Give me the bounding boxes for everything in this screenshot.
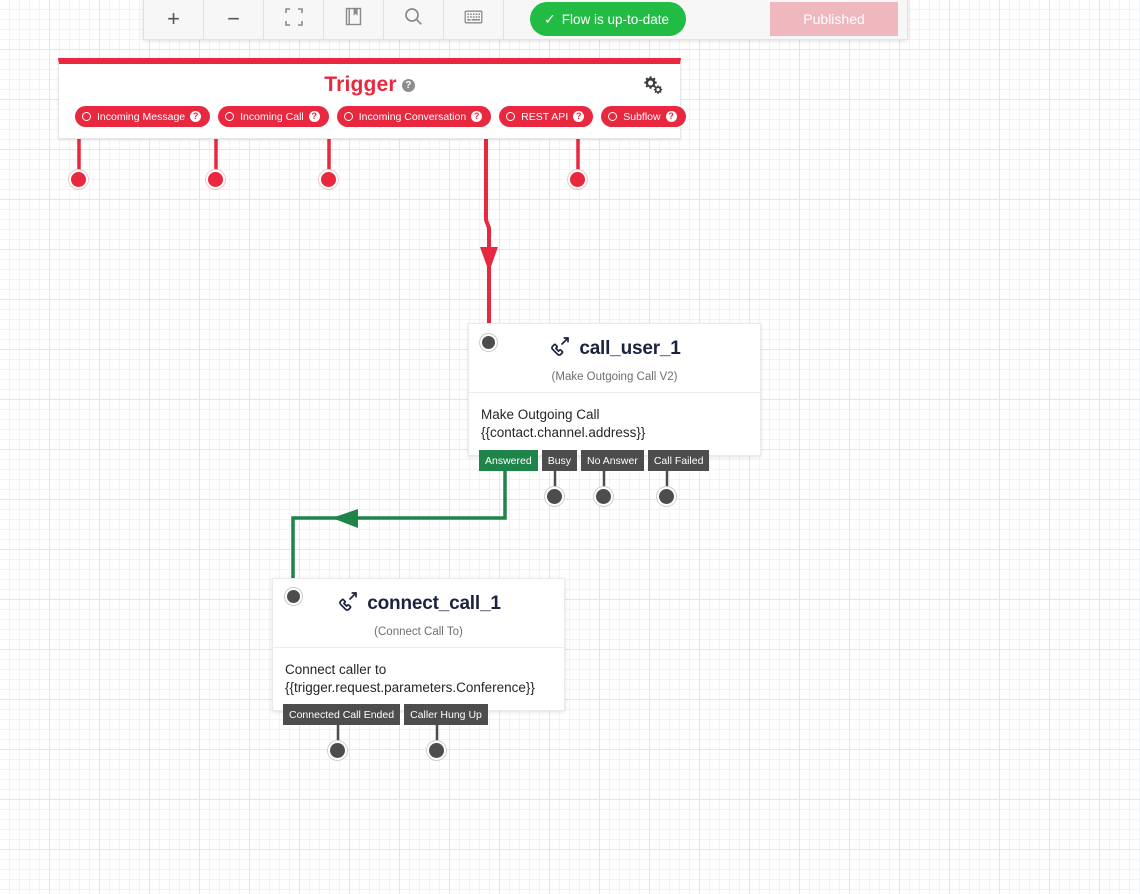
- trigger-pill-label: Incoming Call: [240, 110, 304, 123]
- gear-icon[interactable]: [641, 75, 663, 100]
- trigger-pill-label: REST API: [521, 110, 569, 123]
- endpoint-dot-busy[interactable]: [547, 489, 562, 504]
- flow-status-badge[interactable]: ✓ Flow is up-to-date: [530, 2, 687, 36]
- publish-button-label: Published: [803, 11, 865, 27]
- phone-icon: [336, 591, 358, 617]
- node-body-line-1: Connect caller to: [285, 662, 387, 677]
- help-icon[interactable]: ?: [401, 78, 415, 92]
- publish-button[interactable]: Published: [770, 2, 899, 36]
- trigger-pill-rest-api[interactable]: REST API ?: [499, 106, 594, 127]
- trigger-card[interactable]: Trigger ? Incoming Message ? Incoming Ca…: [58, 58, 686, 139]
- book-icon: [345, 7, 362, 31]
- help-icon[interactable]: ?: [573, 111, 585, 122]
- search-icon: [404, 7, 423, 31]
- input-port-call-user-1[interactable]: [480, 334, 497, 351]
- trigger-header: Trigger ?: [59, 64, 680, 106]
- output-busy[interactable]: Busy: [541, 450, 578, 471]
- endpoint-dot-subflow[interactable]: [570, 172, 585, 187]
- output-call-failed[interactable]: Call Failed: [647, 450, 710, 471]
- trigger-pill-list: Incoming Message ? Incoming Call ? Incom…: [59, 106, 686, 133]
- node-title-row: call_user_1: [479, 336, 750, 362]
- node-title: call_user_1: [579, 338, 681, 359]
- trigger-pill-label: Incoming Message: [97, 110, 186, 123]
- node-body-line-2: {{contact.channel.address}}: [481, 424, 646, 440]
- flow-canvas[interactable]: + − ✓ Flow is up-to-date Published Trigg…: [0, 0, 1140, 894]
- help-icon[interactable]: ?: [308, 111, 320, 122]
- endpoint-dot-incoming-conversation[interactable]: [321, 172, 336, 187]
- output-label: Busy: [547, 454, 572, 467]
- node-subtitle: (Make Outgoing Call V2): [551, 371, 678, 383]
- output-label: Call Failed: [653, 454, 704, 467]
- keyboard-icon: [464, 9, 483, 30]
- search-button[interactable]: [384, 0, 444, 39]
- canvas-toolbar[interactable]: + − ✓ Flow is up-to-date Published: [143, 0, 908, 40]
- output-label: Answered: [485, 454, 532, 467]
- output-connected-call-ended[interactable]: Connected Call Ended: [283, 704, 401, 725]
- help-icon[interactable]: ?: [665, 111, 677, 122]
- node-connect-call-1[interactable]: connect_call_1 (Connect Call To) Connect…: [272, 578, 565, 712]
- node-call-user-1-outputs: Answered Busy No Answer Call Failed: [479, 450, 710, 471]
- node-subtitle: (Connect Call To): [374, 626, 463, 638]
- plus-icon: +: [167, 6, 180, 31]
- output-label: No Answer: [587, 454, 638, 467]
- help-icon[interactable]: ?: [471, 111, 483, 122]
- trigger-pill-incoming-call[interactable]: Incoming Call ?: [218, 106, 329, 127]
- output-label: Connected Call Ended: [289, 708, 395, 721]
- node-call-user-1[interactable]: call_user_1 (Make Outgoing Call V2) Make…: [468, 323, 761, 457]
- endpoint-dot-call-failed[interactable]: [659, 489, 674, 504]
- trigger-pill-incoming-conversation[interactable]: Incoming Conversation ?: [336, 106, 492, 127]
- trigger-pill-subflow[interactable]: Subflow ?: [601, 106, 686, 127]
- output-caller-hung-up[interactable]: Caller Hung Up: [404, 704, 488, 725]
- phone-icon: [548, 336, 570, 362]
- node-body-line-2: {{trigger.request.parameters.Conference}…: [285, 679, 535, 695]
- flow-status-label: Flow is up-to-date: [561, 11, 670, 27]
- output-label: Caller Hung Up: [410, 708, 482, 721]
- fit-to-screen-button[interactable]: [264, 0, 324, 39]
- endpoint-dot-connected-call-ended[interactable]: [330, 743, 345, 758]
- endpoint-dot-no-answer[interactable]: [596, 489, 611, 504]
- output-port-icon[interactable]: [225, 112, 235, 121]
- node-body-line-1: Make Outgoing Call: [481, 407, 600, 422]
- node-connect-call-1-outputs: Connected Call Ended Caller Hung Up: [283, 704, 488, 725]
- page-title: Trigger: [324, 73, 397, 96]
- library-button[interactable]: [324, 0, 384, 39]
- minus-icon: −: [227, 6, 240, 31]
- output-port-icon[interactable]: [82, 112, 91, 121]
- check-icon: ✓: [544, 10, 556, 27]
- trigger-pill-label: Incoming Conversation: [358, 110, 467, 123]
- trigger-pill-label: Subflow: [623, 110, 661, 123]
- zoom-out-button[interactable]: −: [204, 0, 264, 39]
- node-header: connect_call_1 (Connect Call To): [273, 579, 564, 648]
- output-port-icon[interactable]: [608, 112, 618, 121]
- help-icon[interactable]: ?: [190, 111, 202, 122]
- output-answered[interactable]: Answered: [479, 450, 538, 471]
- output-port-icon[interactable]: [343, 112, 353, 121]
- endpoint-dot-incoming-message[interactable]: [71, 172, 86, 187]
- arrowhead-rest-api: [480, 247, 498, 272]
- endpoint-dot-incoming-call[interactable]: [208, 172, 223, 187]
- input-port-connect-call-1[interactable]: [285, 588, 302, 605]
- keyboard-shortcuts-button[interactable]: [444, 0, 504, 39]
- node-title-row: connect_call_1: [283, 591, 554, 617]
- node-body: Connect caller to {{trigger.request.para…: [273, 648, 564, 710]
- crop-icon: [284, 7, 303, 31]
- node-header: call_user_1 (Make Outgoing Call V2): [469, 324, 760, 393]
- output-no-answer[interactable]: No Answer: [581, 450, 644, 471]
- node-title: connect_call_1: [367, 593, 501, 614]
- node-body: Make Outgoing Call {{contact.channel.add…: [469, 393, 760, 455]
- output-port-icon[interactable]: [506, 112, 516, 121]
- endpoint-dot-caller-hung-up[interactable]: [429, 743, 444, 758]
- wire-answered-to-connect-call-1: [291, 470, 507, 588]
- trigger-pill-incoming-message[interactable]: Incoming Message ?: [75, 106, 211, 127]
- zoom-in-button[interactable]: +: [144, 0, 204, 39]
- arrowhead-answered: [332, 509, 358, 528]
- wire-rest-api-to-call-user-1: [484, 138, 491, 330]
